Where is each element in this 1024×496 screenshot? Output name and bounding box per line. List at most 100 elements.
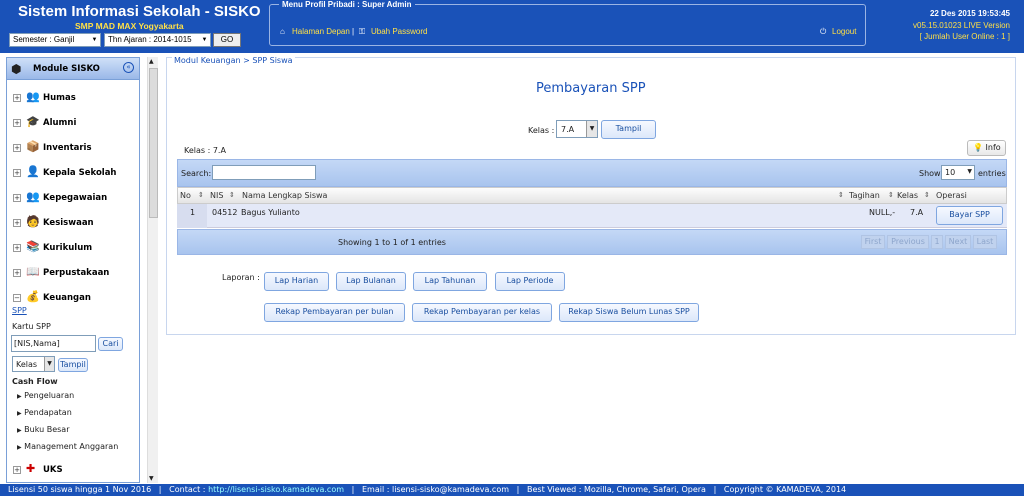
school-name: SMP MAD MAX Yogyakarta [75, 21, 184, 31]
semester-select[interactable]: Semester : Ganjil ▼ [9, 33, 101, 47]
expand-icon: + [13, 194, 21, 202]
chevron-down-icon: ▼ [967, 168, 972, 175]
rekap-button[interactable]: Rekap Siswa Belum Lunas SPP [559, 303, 699, 322]
version: v05.15.01023 LIVE Version [913, 21, 1010, 30]
app-title: Sistem Informasi Sekolah - SISKO [18, 3, 261, 20]
nis-input[interactable]: [NIS,Nama] [11, 335, 96, 352]
expand-icon: + [13, 169, 21, 177]
kelas-select[interactable]: Kelas ▼ [12, 356, 55, 372]
cash-flow-item[interactable]: ▶ Buku Besar [17, 425, 70, 434]
rekap-button[interactable]: Rekap Pembayaran per kelas [412, 303, 552, 322]
pager-button[interactable]: Last [973, 235, 997, 249]
sidebar-header: ⬢ Module SISKO « [7, 58, 139, 80]
separator: | [713, 485, 717, 494]
expand-icon: + [13, 119, 21, 127]
cari-button[interactable]: Cari [98, 337, 123, 351]
scroll-up-icon[interactable]: ▲ [149, 58, 154, 65]
footer-bar: Lisensi 50 siswa hingga 1 Nov 2016 | Con… [0, 484, 1024, 496]
lap-button[interactable]: Lap Bulanan [336, 272, 406, 291]
sidebar-item-module[interactable]: + 📖 Perpustakaan [13, 265, 138, 283]
collapse-icon: − [13, 294, 21, 302]
pager-button[interactable]: Next [945, 235, 971, 249]
laporan-label: Laporan : [222, 273, 260, 282]
triangle-right-icon: ▶ [17, 410, 22, 417]
sort-icon[interactable]: ⇕ [838, 191, 844, 199]
sidebar-item-module[interactable]: + 📦 Inventaris [13, 140, 138, 158]
tampil-button[interactable]: Tampil [601, 120, 656, 139]
go-button[interactable]: GO [213, 33, 241, 47]
pager-button[interactable]: First [861, 235, 885, 249]
sort-icon[interactable]: ⇕ [229, 191, 235, 199]
cash-flow-item-label: Pengeluaran [24, 391, 75, 400]
column-header[interactable]: Operasi [936, 191, 967, 200]
year-select[interactable]: Thn Ajaran : 2014-1015 ▼ [104, 33, 211, 47]
column-header[interactable]: Nama Lengkap Siswa [242, 191, 327, 200]
sort-icon[interactable]: ⇕ [198, 191, 204, 199]
change-password-link[interactable]: Ubah Password [371, 27, 427, 36]
module-icon: 📖 [26, 265, 40, 278]
bayar-spp-button[interactable]: Bayar SPP [936, 206, 1003, 225]
sidebar-tampil-button[interactable]: Tampil [58, 358, 88, 372]
lap-button[interactable]: Lap Periode [495, 272, 565, 291]
separator: | [352, 27, 355, 36]
sort-icon[interactable]: ⇕ [924, 191, 930, 199]
scroll-thumb[interactable] [149, 68, 158, 218]
sidebar-item-module[interactable]: + 👥 Kepegawaian [13, 190, 138, 208]
expand-icon: + [13, 244, 21, 252]
cash-flow-item[interactable]: ▶ Pendapatan [17, 408, 72, 417]
cell-nis: 04512 [212, 208, 238, 217]
sidebar-title: Module SISKO [33, 64, 100, 74]
module-icon: 📚 [26, 240, 40, 253]
sidebar-item-label: UKS [43, 465, 63, 475]
pager-button[interactable]: 1 [931, 235, 943, 249]
kelas-dropdown[interactable]: 7.A ▼ [556, 120, 598, 138]
expand-icon: + [13, 94, 21, 102]
triangle-right-icon: ▶ [17, 427, 22, 434]
cash-flow-item[interactable]: ▶ Pengeluaran [17, 391, 74, 400]
lap-button[interactable]: Lap Tahunan [413, 272, 487, 291]
pager-button[interactable]: Previous [887, 235, 929, 249]
column-header[interactable]: No [180, 191, 191, 200]
scroll-down-icon[interactable]: ▼ [149, 475, 154, 482]
triangle-right-icon: ▶ [17, 393, 22, 400]
info-button[interactable]: 💡 Info [967, 140, 1006, 156]
sidebar-item-module[interactable]: + 👥 Humas [13, 90, 138, 108]
lap-button[interactable]: Lap Harian [264, 272, 329, 291]
module-icon: 🧑 [26, 215, 40, 228]
rekap-button[interactable]: Rekap Pembayaran per bulan [264, 303, 405, 322]
separator: | [351, 485, 355, 494]
search-input[interactable] [212, 165, 316, 180]
profile-menu-box [269, 4, 866, 46]
sort-icon[interactable]: ⇕ [888, 191, 894, 199]
expand-icon: + [13, 269, 21, 277]
sidebar-scrollbar[interactable]: ▲ ▼ [147, 57, 158, 483]
sidebar-item-module[interactable]: + 👤 Kepala Sekolah [13, 165, 138, 183]
logout-link[interactable]: Logout [832, 27, 856, 36]
column-header[interactable]: NIS [210, 191, 223, 200]
collapse-icon[interactable]: « [123, 62, 134, 73]
sidebar-item-module[interactable]: + 📚 Kurikulum [13, 240, 138, 258]
column-header[interactable]: Tagihan [849, 191, 880, 200]
table-toolbar: Search: Show 10 ▼ entries [177, 159, 1007, 187]
page-title: Pembayaran SPP [536, 81, 646, 96]
kartu-spp-label: Kartu SPP [12, 322, 51, 331]
home-link[interactable]: Halaman Depan [292, 27, 350, 36]
sidebar-item-module[interactable]: + 🎓 Alumni [13, 115, 138, 133]
table-row: 1 04512 Bagus Yulianto NULL,- 7.A Bayar … [177, 204, 1007, 228]
sidebar-item-label: Kesiswaan [43, 218, 94, 228]
chevron-down-icon: ▼ [586, 121, 597, 137]
cash-flow-item[interactable]: ▶ Management Anggaran [17, 442, 118, 451]
spp-link[interactable]: SPP [12, 306, 27, 315]
sidebar-item-module[interactable]: + 🧑 Kesiswaan [13, 215, 138, 233]
breadcrumb[interactable]: Modul Keuangan > SPP Siswa [172, 56, 295, 65]
sidebar-item-module[interactable]: − 💰 Keuangan [13, 290, 138, 308]
column-header[interactable]: Kelas [897, 191, 918, 200]
entries-select[interactable]: 10 ▼ [941, 165, 975, 180]
expand-icon: + [13, 144, 21, 152]
contact-link[interactable]: http://lisensi-sisko.kamadeva.com [208, 485, 344, 494]
sidebar-item-label: Kurikulum [43, 243, 93, 253]
sidebar-item-uks[interactable]: + ✚ UKS [13, 462, 138, 480]
sidebar: ⬢ Module SISKO « + 👥 Humas + 🎓 Alumni + 📦 Invent… [6, 57, 140, 483]
cash-flow-item-label: Pendapatan [24, 408, 72, 417]
sidebar-item-label: Kepala Sekolah [43, 168, 117, 178]
